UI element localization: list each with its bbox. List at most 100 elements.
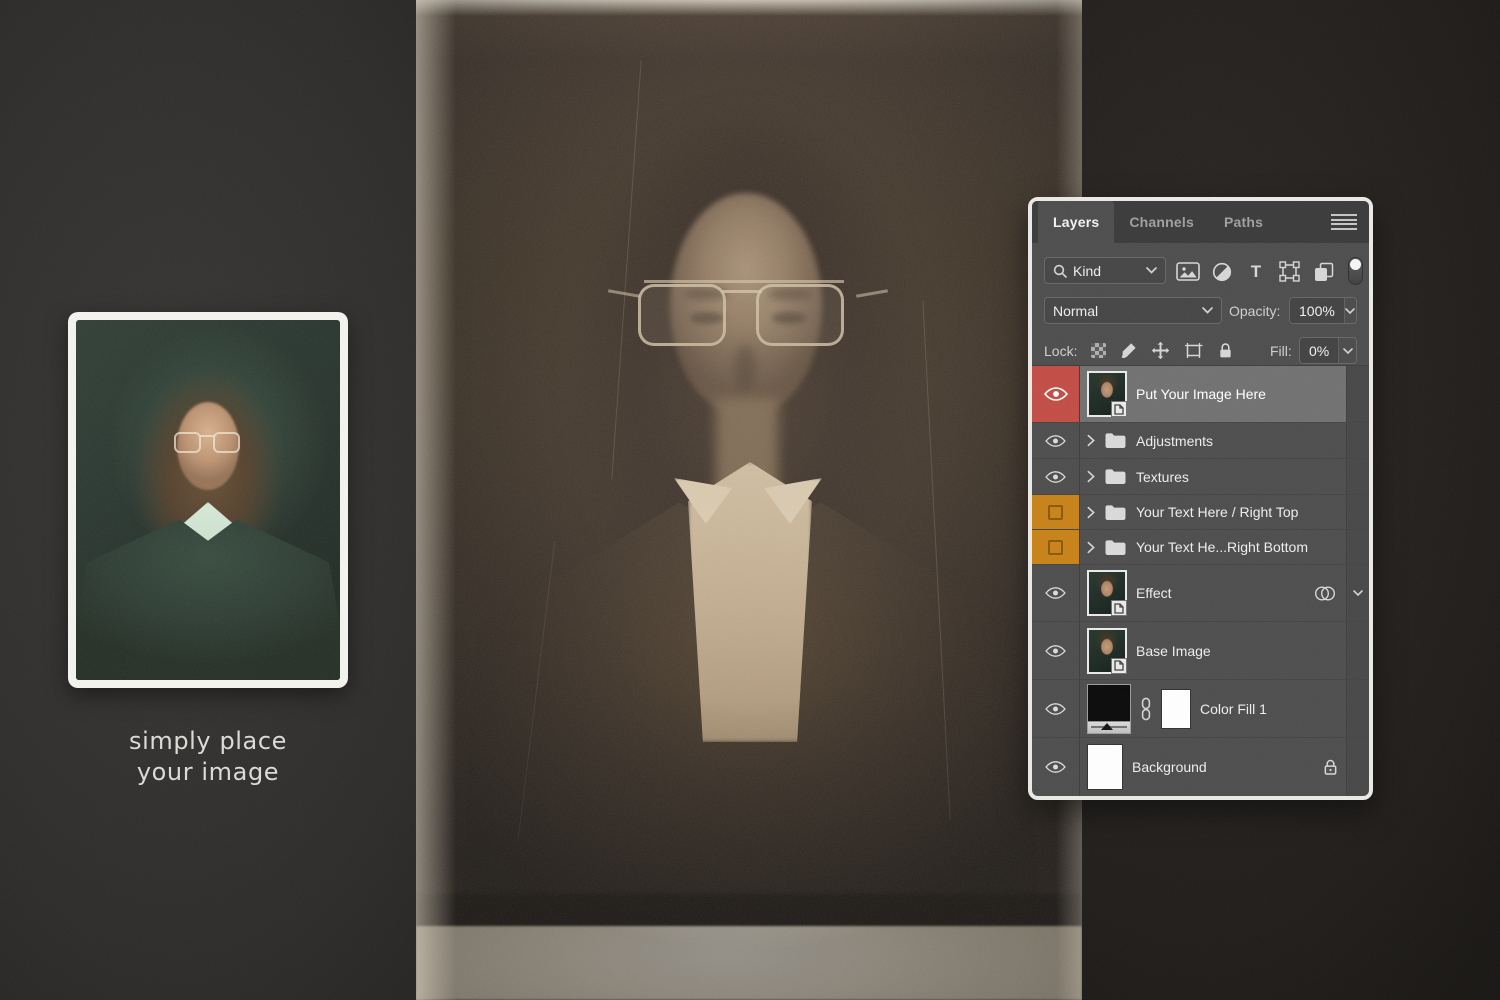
layer-thumbnail[interactable] [1087,628,1127,674]
folder-icon [1104,539,1127,556]
smart-object-badge-icon [1111,658,1127,674]
plate-vignette [416,0,1082,1000]
fill-value: 0% [1300,338,1338,363]
fill-layer-thumbnail[interactable] [1087,684,1131,734]
blend-mode-value: Normal [1053,303,1196,319]
search-icon [1053,264,1067,278]
smart-object-filter-icon[interactable] [1311,259,1336,284]
screenshot-root: simply place your image Layers Channels … [0,0,1500,1000]
layer-row-effect[interactable]: Effect [1032,565,1369,622]
padlock-icon [1323,758,1338,776]
eye-icon [1045,703,1066,715]
lock-row: Lock: [1044,337,1234,364]
folder-icon [1104,468,1127,485]
type-layer-filter-icon[interactable]: T [1244,259,1269,284]
visibility-toggle[interactable] [1032,530,1080,564]
layer-thumbnail[interactable] [1087,744,1123,790]
layer-thumbnail[interactable] [1087,570,1127,616]
adjustment-layer-filter-icon[interactable] [1210,259,1235,284]
fill-label: Fill: [1270,337,1292,364]
blend-mode-dropdown[interactable]: Normal [1044,297,1222,324]
transparency-lock-icon[interactable] [1091,343,1106,358]
disclosure-chevron-icon[interactable] [1087,434,1095,447]
visibility-toggle[interactable] [1032,565,1080,621]
tab-channels[interactable]: Channels [1114,201,1209,243]
filter-toggle[interactable] [1348,257,1363,285]
pixel-layer-filter-icon[interactable] [1176,259,1201,284]
layer-name: Adjustments [1136,433,1213,449]
visibility-toggle[interactable] [1032,680,1080,737]
disclosure-chevron-icon[interactable] [1087,470,1095,483]
hidden-eye-box [1048,540,1063,555]
tab-layers[interactable]: Layers [1038,201,1114,243]
eye-icon [1045,645,1066,657]
visibility-toggle[interactable] [1032,738,1080,796]
layer-name: Effect [1136,585,1172,601]
layer-name: Base Image [1136,643,1211,659]
artboard-lock-icon[interactable] [1183,341,1203,361]
opacity-field[interactable]: 100% [1289,297,1357,324]
eye-icon [1045,435,1066,447]
disclosure-chevron-icon[interactable] [1087,506,1095,519]
layer-row-background[interactable]: Background [1032,738,1369,796]
disclosure-chevron-icon[interactable] [1087,541,1095,554]
layer-row-base-image[interactable]: Base Image [1032,622,1369,680]
shape-layer-filter-icon[interactable] [1277,259,1302,284]
filter-icon-group: T [1176,258,1336,285]
layer-row-color-fill-1[interactable]: Color Fill 1 [1032,680,1369,738]
visibility-toggle[interactable] [1032,622,1080,679]
layer-row-text-right-top[interactable]: Your Text Here / Right Top [1032,495,1369,530]
layer-row-put-your-image-here[interactable]: Put Your Image Here [1032,366,1369,423]
move-lock-icon[interactable] [1150,341,1170,361]
layer-mask-thumbnail[interactable] [1161,689,1191,729]
layer-row-text-right-bottom[interactable]: Your Text He...Right Bottom [1032,530,1369,565]
layer-row-textures[interactable]: Textures [1032,459,1369,495]
chevron-down-icon[interactable] [1338,338,1356,363]
chevron-down-icon[interactable] [1344,298,1356,323]
chain-link-icon[interactable] [1140,697,1152,721]
smart-object-badge-icon [1111,600,1127,616]
folder-icon [1104,432,1127,449]
visibility-toggle[interactable] [1032,366,1080,422]
preview-photo [76,320,340,680]
layer-list: Put Your Image Here Adjustments [1032,366,1369,796]
visibility-toggle[interactable] [1032,459,1080,494]
kind-filter-dropdown[interactable]: Kind [1044,257,1166,284]
chevron-down-icon [1146,267,1157,274]
opacity-value: 100% [1290,298,1344,323]
eye-icon [1045,761,1066,773]
preview-photo-frame [68,312,348,688]
hidden-eye-box [1048,505,1063,520]
plate-edge-glow [416,0,456,1000]
eye-icon [1044,387,1068,401]
folder-icon [1104,504,1127,521]
fill-field[interactable]: 0% [1299,337,1357,364]
smart-object-badge-icon [1111,401,1127,417]
layer-name: Put Your Image Here [1136,386,1266,402]
eye-icon [1045,587,1066,599]
lock-all-icon[interactable] [1216,342,1234,360]
visibility-toggle[interactable] [1032,495,1080,529]
chevron-down-icon [1353,590,1363,596]
layers-panel: Layers Channels Paths Kind T [1028,197,1373,800]
preview-glasses [174,432,242,456]
layer-name: Your Text He...Right Bottom [1136,539,1308,555]
panel-menu-icon[interactable] [1331,214,1357,230]
layer-row-adjustments[interactable]: Adjustments [1032,423,1369,459]
layer-name: Background [1132,759,1207,775]
brush-lock-icon[interactable] [1119,342,1137,360]
caption-line-1: simply place [48,726,368,757]
blending-circles-icon[interactable] [1312,585,1338,602]
panel-tab-bar: Layers Channels Paths [1032,201,1369,243]
lock-label: Lock: [1044,343,1077,359]
caption-line-2: your image [48,757,368,788]
layer-name: Your Text Here / Right Top [1136,504,1298,520]
tab-paths[interactable]: Paths [1209,201,1278,243]
eye-icon [1045,471,1066,483]
kind-filter-value: Kind [1073,263,1140,279]
smart-filter-expander[interactable] [1346,565,1369,621]
layer-thumbnail[interactable] [1087,371,1127,417]
opacity-label: Opacity: [1229,297,1280,324]
visibility-toggle[interactable] [1032,423,1080,458]
layer-name: Color Fill 1 [1200,701,1267,717]
